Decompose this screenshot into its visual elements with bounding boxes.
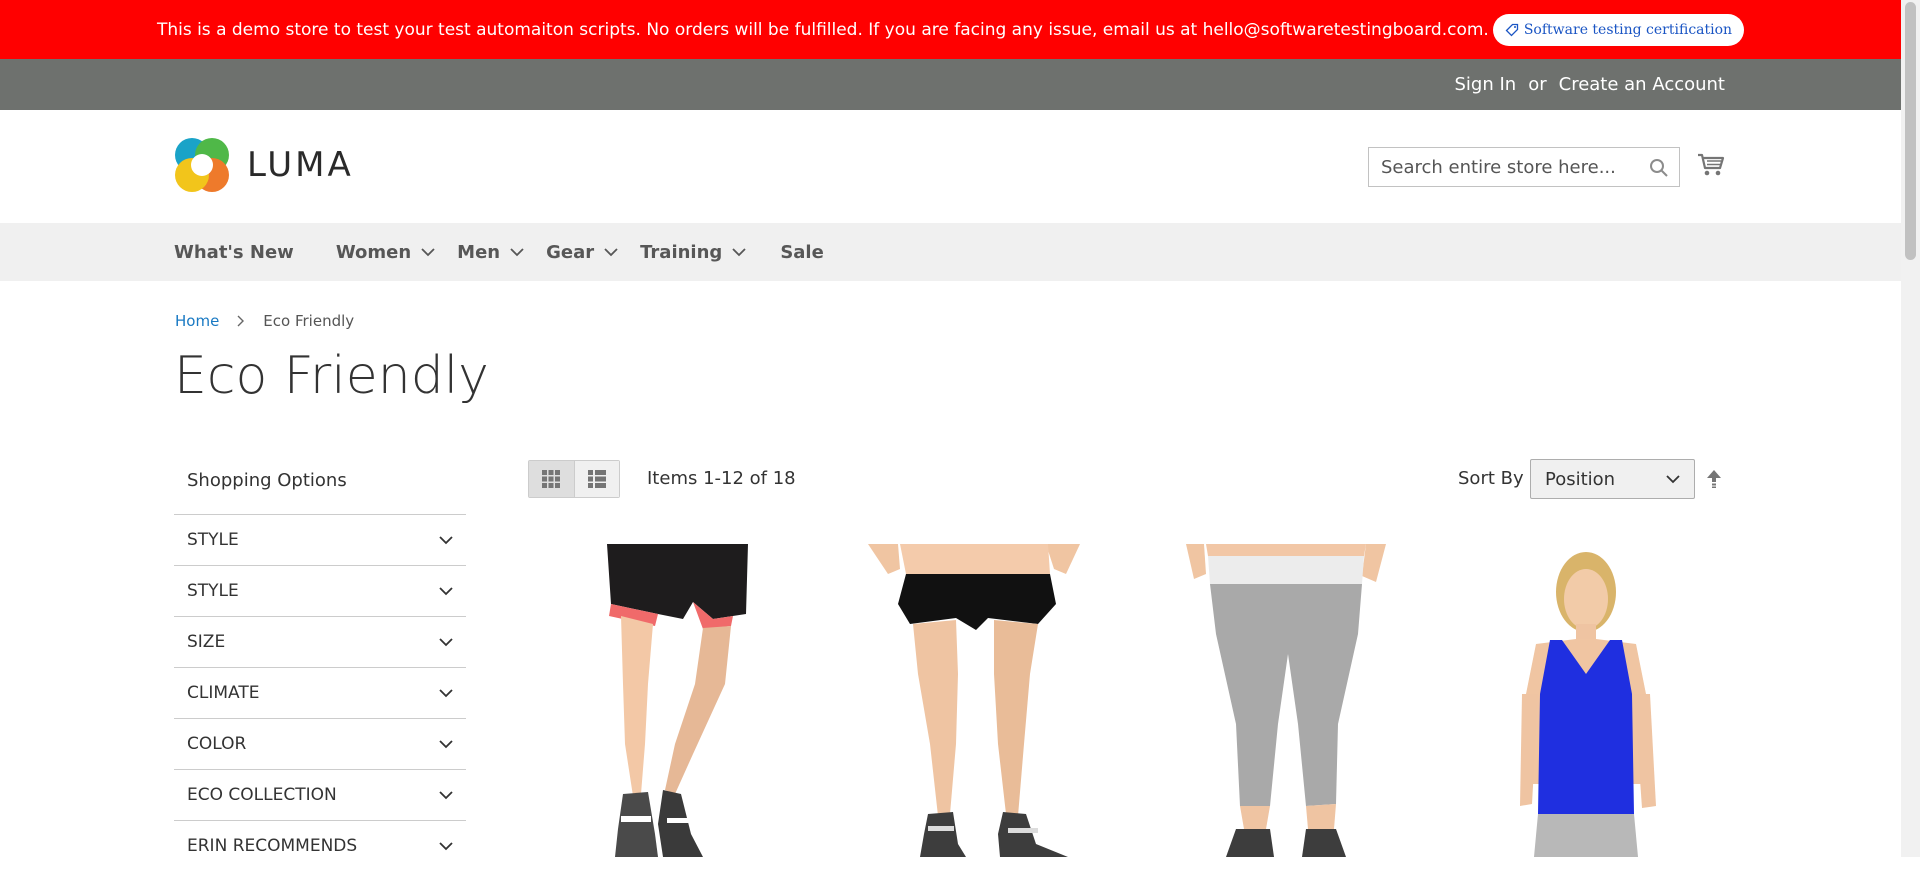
product-image[interactable] [858, 544, 1098, 857]
cart-icon[interactable] [1697, 152, 1725, 178]
chevron-down-icon [732, 247, 746, 256]
sort-by-label: Sort By [1458, 468, 1524, 489]
filter-label: ERIN RECOMMENDS [187, 836, 358, 856]
luma-logo[interactable]: LUMA [174, 137, 354, 193]
nav-item-sale[interactable]: Sale [780, 242, 824, 263]
nav-item-label: Men [457, 241, 501, 263]
filter-climate[interactable]: CLIMATE [174, 667, 466, 718]
sign-in-link[interactable]: Sign In [1455, 74, 1517, 95]
filter-eco-collection[interactable]: ECO COLLECTION [174, 769, 466, 820]
main-navigation: What's New Women Men Gear Training Sale [0, 223, 1901, 281]
chevron-down-icon [439, 790, 453, 799]
shopping-options-title: Shopping Options [187, 470, 347, 491]
view-mode-switch [528, 460, 620, 498]
search-box [1368, 147, 1680, 187]
list-icon [587, 470, 606, 488]
chevron-down-icon [421, 247, 435, 256]
chevron-down-icon [604, 247, 618, 256]
chevron-down-icon [439, 739, 453, 748]
chevron-right-icon [237, 315, 245, 327]
grid-view-button[interactable] [529, 461, 574, 497]
product-image[interactable] [563, 544, 803, 857]
breadcrumb-home-link[interactable]: Home [175, 312, 219, 330]
tag-icon [1505, 23, 1518, 36]
scrollbar-thumb[interactable] [1905, 2, 1916, 260]
grid-icon [542, 470, 561, 488]
create-account-link[interactable]: Create an Account [1559, 74, 1725, 95]
nav-item-whats-new[interactable]: What's New [174, 242, 294, 263]
chevron-down-icon [439, 637, 453, 646]
search-input[interactable] [1369, 148, 1663, 186]
nav-item-women[interactable]: Women [336, 242, 435, 263]
filter-style[interactable]: STYLE [174, 514, 466, 565]
chevron-down-icon [510, 247, 524, 256]
chevron-down-icon [439, 841, 453, 850]
filter-style-2[interactable]: STYLE [174, 565, 466, 616]
chevron-down-icon [1666, 474, 1680, 483]
search-icon[interactable] [1649, 158, 1669, 178]
sort-by-select[interactable]: Position [1530, 459, 1695, 499]
nav-item-label: Training [640, 241, 723, 263]
filter-label: ECO COLLECTION [187, 785, 337, 805]
nav-item-training[interactable]: Training [640, 242, 746, 263]
nav-item-label: What's New [174, 241, 294, 263]
nav-item-men[interactable]: Men [457, 242, 524, 263]
sort-by-value: Position [1545, 468, 1616, 490]
toolbar-amount: Items 1-12 of 18 [647, 468, 796, 489]
demo-notice-banner: This is a demo store to test your test a… [0, 0, 1901, 59]
nav-item-gear[interactable]: Gear [546, 242, 618, 263]
page-title: Eco Friendly [174, 346, 489, 406]
chevron-down-icon [439, 688, 453, 697]
nav-item-label: Gear [546, 241, 595, 263]
or-separator: or [1528, 74, 1547, 95]
filter-label: STYLE [187, 581, 239, 601]
list-view-button[interactable] [573, 461, 619, 497]
certification-link-label: Software testing certification [1523, 21, 1733, 38]
luma-logo-mark [175, 138, 229, 192]
breadcrumb-current: Eco Friendly [263, 312, 355, 330]
chevron-down-icon [439, 586, 453, 595]
demo-notice-text: This is a demo store to test your test a… [156, 19, 1489, 40]
chevron-down-icon [439, 535, 453, 544]
shopping-options-sidebar: Shopping Options STYLE STYLE SIZE CLIMAT… [174, 461, 466, 871]
breadcrumb: Home Eco Friendly [175, 312, 354, 330]
filter-label: COLOR [187, 734, 247, 754]
filter-label: CLIMATE [187, 683, 260, 703]
filter-color[interactable]: COLOR [174, 718, 466, 769]
nav-item-label: Sale [780, 241, 824, 263]
page-scrollbar[interactable] [1901, 0, 1920, 857]
filter-size[interactable]: SIZE [174, 616, 466, 667]
filter-erin-recommends[interactable]: ERIN RECOMMENDS [174, 820, 466, 871]
product-image[interactable] [1466, 544, 1706, 857]
filter-label: STYLE [187, 530, 239, 550]
certification-link[interactable]: Software testing certification [1492, 13, 1745, 46]
product-image[interactable] [1166, 544, 1406, 857]
filter-label: SIZE [187, 632, 226, 652]
nav-item-label: Women [335, 241, 412, 263]
header-panel: Sign In or Create an Account [0, 59, 1901, 110]
sort-direction-arrow-icon[interactable] [1706, 469, 1722, 489]
logo-text: LUMA [247, 145, 354, 185]
